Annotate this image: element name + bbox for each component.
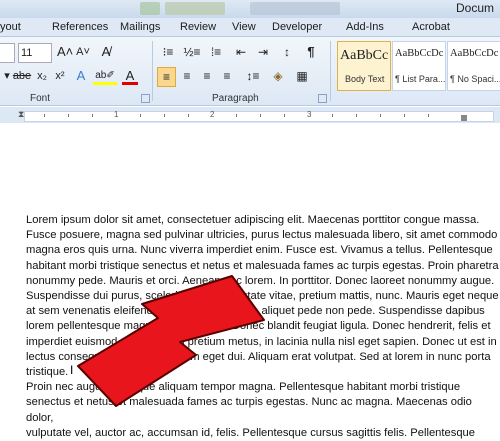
red-arrow-icon bbox=[77, 275, 265, 407]
